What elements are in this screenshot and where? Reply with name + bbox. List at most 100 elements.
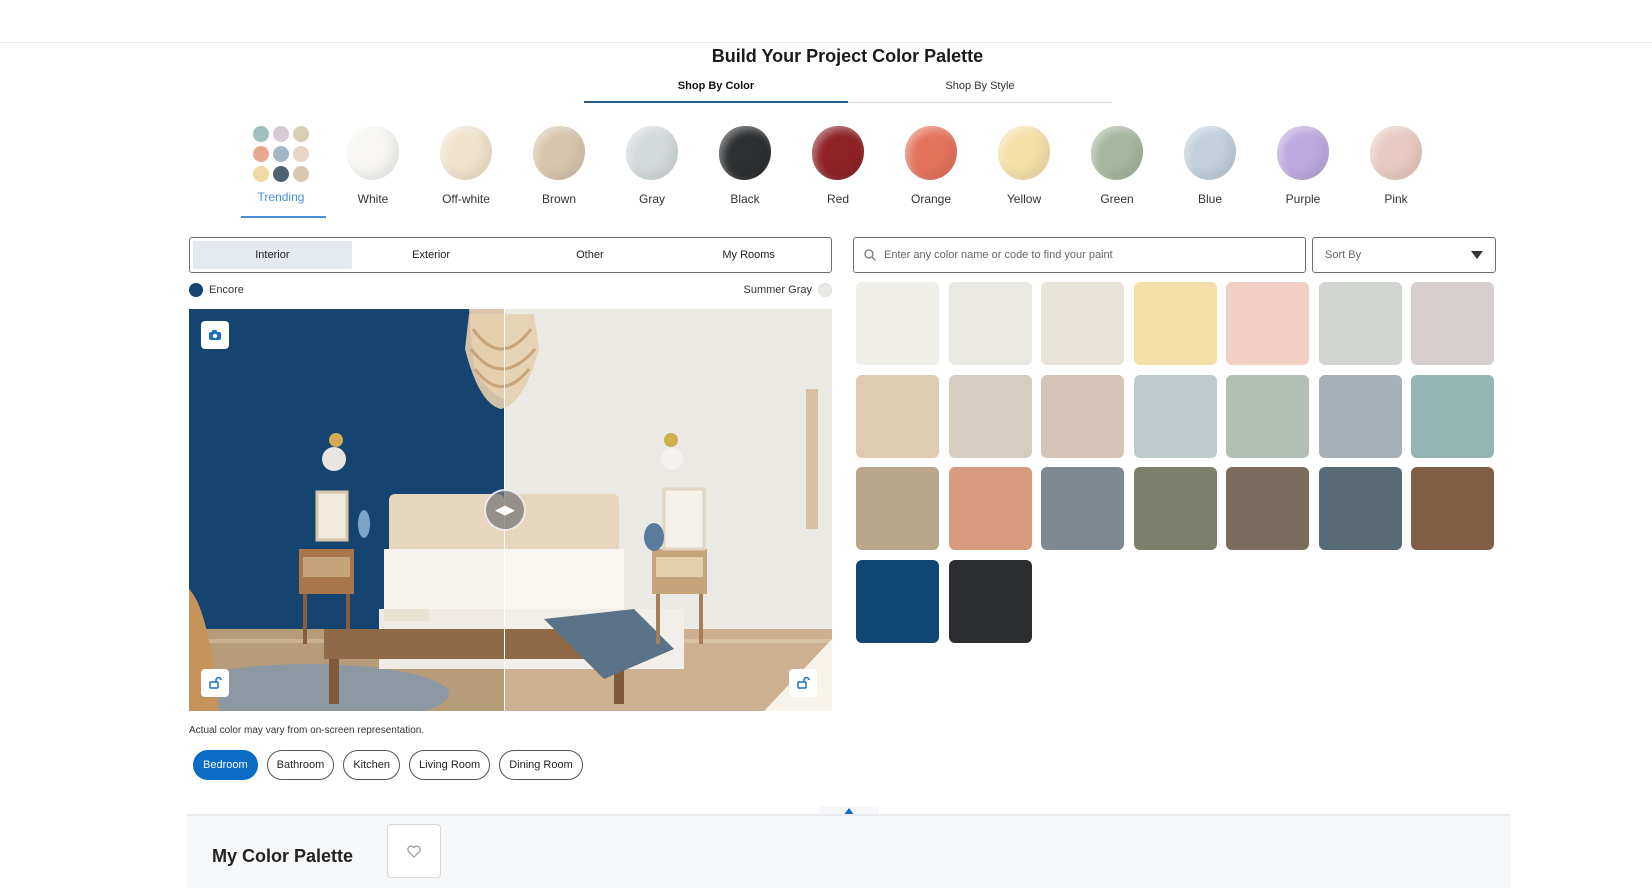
color-swatch[interactable] (1411, 282, 1494, 365)
palette-title: My Color Palette (212, 846, 354, 866)
left-color-name: Encore (209, 284, 244, 296)
sort-select[interactable]: Sort By (1312, 237, 1496, 273)
family-purple[interactable]: Purple (1261, 126, 1345, 206)
family-gray[interactable]: Gray (610, 126, 694, 206)
family-label: Orange (910, 192, 952, 206)
trending-icon (251, 124, 311, 184)
orange-swatch-icon (905, 126, 957, 180)
search-icon (864, 249, 876, 261)
chip-kitchen[interactable]: Kitchen (343, 750, 401, 780)
color-swatch[interactable] (1041, 282, 1124, 365)
right-color-legend: Summer Gray (700, 283, 832, 297)
heart-icon (407, 845, 421, 858)
red-swatch-icon (812, 126, 864, 180)
color-swatch[interactable] (1318, 374, 1402, 458)
color-swatch[interactable] (948, 467, 1032, 550)
family-pink[interactable]: Pink (1354, 126, 1438, 206)
color-disclaimer: Actual color may vary from on-screen rep… (189, 725, 425, 736)
color-swatch[interactable] (1041, 374, 1124, 458)
shop-tabs: Shop By Color Shop By Style (584, 77, 1112, 103)
color-swatch[interactable] (1411, 374, 1494, 458)
chip-bedroom[interactable]: Bedroom (193, 750, 258, 780)
chip-bathroom[interactable]: Bathroom (266, 750, 335, 780)
color-swatch[interactable] (856, 374, 939, 458)
tab-other[interactable]: Other (511, 241, 670, 269)
right-color-name: Summer Gray (743, 284, 812, 296)
family-label: Green (1100, 192, 1134, 206)
family-label: Gray (638, 192, 665, 206)
family-yellow[interactable]: Yellow (982, 126, 1066, 206)
page: Build Your Project Color Palette Shop By… (0, 0, 1652, 888)
green-swatch-icon (1091, 126, 1143, 180)
page-title: Build Your Project Color Palette (711, 46, 984, 66)
family-trending[interactable]: Trending (239, 126, 323, 204)
gray-swatch-icon (626, 126, 678, 180)
family-brown[interactable]: Brown (517, 126, 601, 206)
family-label: Yellow (1006, 192, 1042, 206)
color-swatch[interactable] (1133, 374, 1217, 458)
color-swatch[interactable] (1226, 374, 1309, 458)
color-swatch[interactable] (1226, 282, 1309, 365)
blue-swatch-icon (1184, 126, 1236, 180)
swatch-grid (856, 282, 1496, 643)
compare-slider-handle[interactable]: ◀▶ (484, 489, 526, 531)
family-white[interactable]: White (331, 126, 415, 206)
family-label: Purple (1285, 192, 1321, 206)
family-label: Black (730, 192, 760, 206)
unlock-icon (209, 676, 222, 689)
room-preview[interactable]: ◀▶ (189, 309, 832, 711)
room-chip-list: Bedroom Bathroom Kitchen Living Room Din… (193, 750, 583, 780)
color-swatch[interactable] (856, 467, 939, 550)
color-swatch[interactable] (1041, 467, 1124, 550)
color-swatch[interactable] (948, 282, 1032, 365)
off-white-swatch-icon (440, 126, 492, 180)
color-swatch[interactable] (948, 559, 1032, 643)
active-tab-indicator (584, 101, 848, 103)
family-orange[interactable]: Orange (889, 126, 973, 206)
color-swatch[interactable] (856, 282, 939, 365)
color-swatch[interactable] (1133, 467, 1217, 550)
tab-shop-by-color[interactable]: Shop By Color (584, 77, 848, 102)
yellow-swatch-icon (998, 126, 1050, 180)
family-label: Pink (1384, 192, 1408, 206)
color-swatch[interactable] (1411, 467, 1494, 550)
left-color-legend: Encore (189, 283, 244, 297)
camera-icon-button[interactable] (201, 321, 229, 349)
tab-my-rooms[interactable]: My Rooms (669, 241, 828, 269)
search-input[interactable] (884, 249, 1284, 261)
family-red[interactable]: Red (796, 126, 880, 206)
family-black[interactable]: Black (703, 126, 787, 206)
color-swatch[interactable] (1133, 282, 1217, 365)
family-label: White (357, 192, 389, 206)
family-off-white[interactable]: Off-white (424, 126, 508, 206)
right-color-dot (818, 283, 832, 297)
color-swatch[interactable] (1318, 282, 1402, 365)
chip-living-room[interactable]: Living Room (409, 750, 491, 780)
sort-label: Sort By (1325, 249, 1362, 261)
unlock-icon (797, 676, 810, 689)
family-label: Trending (257, 190, 305, 204)
expand-left-button[interactable] (201, 669, 229, 697)
family-label: Off-white (442, 192, 490, 206)
tab-shop-by-style[interactable]: Shop By Style (848, 77, 1112, 102)
color-swatch[interactable] (1318, 467, 1402, 550)
tab-interior[interactable]: Interior (193, 241, 352, 269)
color-swatch[interactable] (948, 374, 1032, 458)
purple-swatch-icon (1277, 126, 1329, 180)
family-green[interactable]: Green (1075, 126, 1159, 206)
family-blue[interactable]: Blue (1168, 126, 1252, 206)
black-swatch-icon (719, 126, 771, 180)
my-color-palette-panel: My Color Palette (187, 814, 1511, 888)
expand-right-button[interactable] (789, 669, 817, 697)
tab-exterior[interactable]: Exterior (352, 241, 511, 269)
color-swatch[interactable] (856, 559, 939, 643)
family-label: Brown (541, 192, 576, 206)
color-search (853, 237, 1306, 273)
color-swatch[interactable] (1226, 467, 1309, 550)
camera-icon (209, 330, 221, 340)
top-divider (0, 42, 1652, 43)
active-family-indicator (241, 216, 326, 218)
family-label: Red (826, 192, 849, 206)
favorite-button[interactable] (387, 824, 441, 878)
chip-dining-room[interactable]: Dining Room (499, 750, 583, 780)
